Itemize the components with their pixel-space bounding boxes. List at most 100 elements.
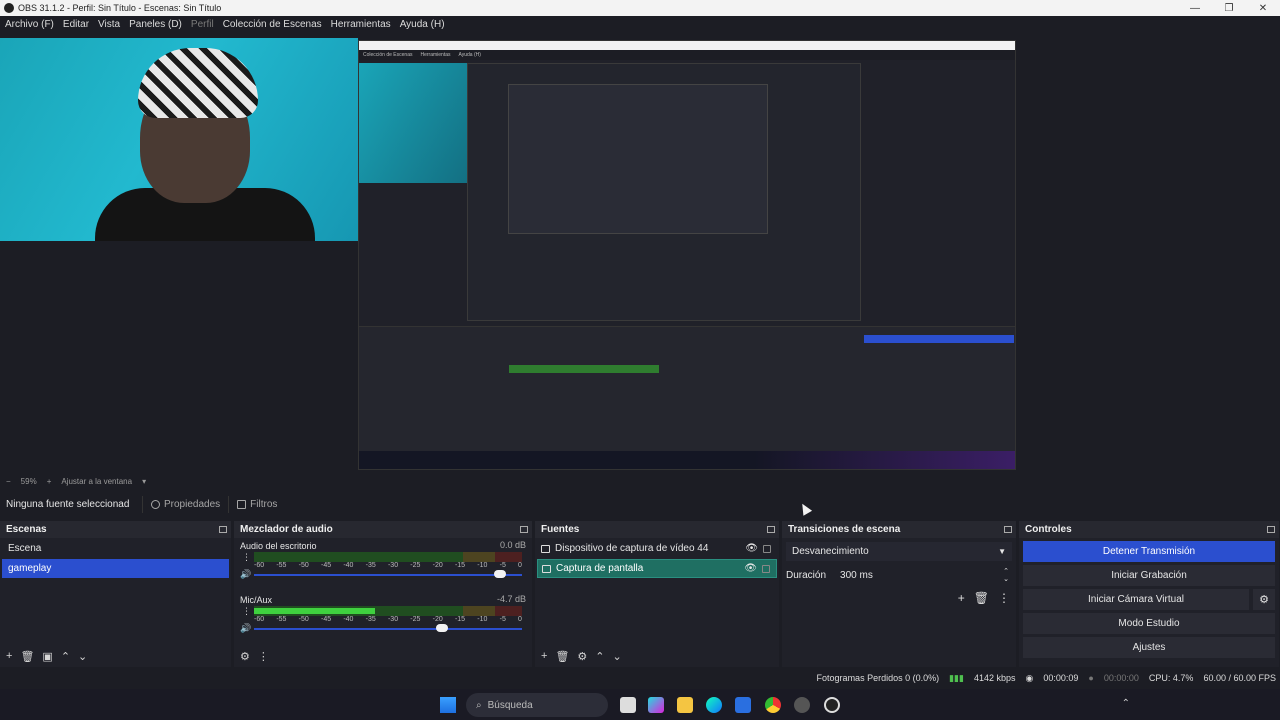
- webcam-source-image: [0, 38, 358, 241]
- gear-icon[interactable]: ⚙: [577, 650, 587, 663]
- window-controls: — ❐ ✕: [1178, 3, 1280, 14]
- gear-icon[interactable]: ⚙: [1253, 589, 1275, 610]
- stop-stream-button[interactable]: Detener Transmisión: [1023, 541, 1275, 562]
- volume-meter: [254, 552, 522, 562]
- monitor-icon: [542, 564, 551, 573]
- volume-slider[interactable]: [254, 574, 522, 576]
- zoom-in-button[interactable]: +: [47, 477, 52, 486]
- scenes-title: Escenas: [6, 524, 47, 535]
- volume-meter-fill: [254, 608, 375, 614]
- zoom-bar: − 59% + Ajustar a la ventana ▾: [0, 474, 1280, 488]
- store-icon[interactable]: [735, 697, 751, 713]
- scene-item-active[interactable]: gameplay: [2, 559, 229, 578]
- eye-icon[interactable]: 👁: [744, 563, 757, 574]
- lock-icon[interactable]: [762, 564, 770, 573]
- menu-profile[interactable]: Perfil: [191, 19, 214, 30]
- settings-button[interactable]: Ajustes: [1023, 637, 1275, 658]
- close-icon[interactable]: ✕: [1246, 3, 1280, 14]
- add-icon[interactable]: +: [541, 650, 547, 662]
- minimize-icon[interactable]: —: [1178, 3, 1212, 14]
- stream-time: 00:00:09: [1043, 673, 1079, 683]
- zoom-value: 59%: [20, 476, 37, 486]
- status-bar: Fotogramas Perdidos 0 (0.0%) ▮▮▮ 4142 kb…: [0, 669, 1280, 687]
- studio-mode-button[interactable]: Modo Estudio: [1023, 613, 1275, 634]
- source-item-active[interactable]: Captura de pantalla 👁: [537, 559, 777, 578]
- add-icon[interactable]: +: [958, 591, 965, 605]
- filter-icon[interactable]: ▣: [42, 650, 52, 663]
- taskbar-search[interactable]: ⌕ Búsqueda: [466, 693, 608, 717]
- maximize-icon[interactable]: ❐: [1212, 3, 1246, 14]
- zoom-fit-select[interactable]: Ajustar a la ventana: [61, 477, 132, 486]
- preview-canvas[interactable]: Colección de Escenas Herramientas Ayuda …: [0, 38, 1280, 471]
- menu-view[interactable]: Vista: [98, 19, 120, 30]
- system-tray-icon[interactable]: ⌃: [1122, 698, 1130, 709]
- volume-slider-knob[interactable]: [494, 570, 506, 578]
- trash-icon[interactable]: 🗑: [555, 650, 569, 663]
- channel-name: Audio del escritorio: [240, 541, 317, 551]
- dock-popout-icon[interactable]: [1267, 526, 1275, 533]
- sources-dock: Fuentes Dispositivo de captura de vídeo …: [535, 521, 779, 667]
- start-recording-button[interactable]: Iniciar Grabación: [1023, 565, 1275, 586]
- obs-logo-icon: [4, 3, 14, 13]
- menu-edit[interactable]: Editar: [63, 19, 89, 30]
- kebab-menu-icon[interactable]: ⋮: [998, 591, 1010, 605]
- menu-tools[interactable]: Herramientas: [331, 19, 391, 30]
- audio-mixer-dock: Mezclador de audio Audio del escritorio …: [234, 521, 532, 667]
- camera-icon: [541, 544, 550, 553]
- chevron-down-icon[interactable]: ▾: [142, 477, 146, 486]
- volume-slider[interactable]: [254, 628, 522, 630]
- windows-start-icon[interactable]: [440, 697, 456, 713]
- menu-file[interactable]: Archivo (F): [5, 19, 54, 30]
- file-explorer-icon[interactable]: [677, 697, 693, 713]
- move-down-icon[interactable]: ⌄: [613, 650, 622, 663]
- add-icon[interactable]: +: [6, 650, 12, 662]
- edge-icon[interactable]: [706, 697, 722, 713]
- record-icon: ●: [1088, 673, 1094, 683]
- kebab-menu-icon[interactable]: ⋮: [242, 606, 251, 617]
- eye-icon[interactable]: 👁: [745, 543, 758, 554]
- menu-scene-collection[interactable]: Colección de Escenas: [223, 19, 322, 30]
- volume-slider-knob[interactable]: [436, 624, 448, 632]
- signal-icon: ▮▮▮: [949, 672, 964, 683]
- move-up-icon[interactable]: ⌃: [61, 650, 70, 663]
- trash-icon[interactable]: 🗑: [20, 650, 34, 663]
- source-toolbar: Ninguna fuente seleccionad Propiedades F…: [0, 492, 1280, 516]
- dock-popout-icon[interactable]: [767, 526, 775, 533]
- chrome-icon[interactable]: [765, 697, 781, 713]
- start-virtual-camera-button[interactable]: Iniciar Cámara Virtual: [1023, 589, 1249, 610]
- copilot-icon[interactable]: [648, 697, 664, 713]
- mixer-title: Mezclador de audio: [240, 524, 333, 535]
- docks-row: Escenas Escena gameplay + 🗑 ▣ ⌃ ⌄ Mezcla…: [0, 521, 1280, 667]
- duration-stepper[interactable]: ⌃ ⌄: [1000, 568, 1012, 584]
- move-up-icon[interactable]: ⌃: [595, 650, 604, 663]
- trash-icon[interactable]: 🗑: [974, 591, 989, 605]
- kebab-menu-icon[interactable]: ⋮: [242, 552, 251, 563]
- properties-button[interactable]: Propiedades: [142, 495, 228, 513]
- channel-db: 0.0 dB: [499, 540, 526, 550]
- source-item[interactable]: Dispositivo de captura de vídeo 44 👁: [537, 539, 777, 558]
- zoom-out-button[interactable]: −: [6, 477, 11, 486]
- mixer-settings-icon[interactable]: ⚙: [240, 650, 250, 663]
- duration-input[interactable]: 300 ms: [840, 566, 1000, 585]
- move-down-icon[interactable]: ⌄: [78, 650, 87, 663]
- app-icon[interactable]: [824, 697, 840, 713]
- mixer-channel-mic: Mic/Aux -4.7 dB ⋮ -60 -55 -50 -45 -40 -35 -30-…: [240, 594, 526, 646]
- dock-popout-icon[interactable]: [520, 526, 528, 533]
- menu-help[interactable]: Ayuda (H): [400, 19, 445, 30]
- transition-select[interactable]: Desvanecimiento ▼: [786, 542, 1012, 561]
- channel-name: Mic/Aux: [240, 595, 273, 605]
- speaker-icon[interactable]: 🔊: [240, 569, 251, 580]
- speaker-icon[interactable]: 🔊: [240, 623, 251, 634]
- obs-taskbar-icon[interactable]: [794, 697, 810, 713]
- cpu-usage: CPU: 4.7%: [1148, 673, 1194, 683]
- lock-icon[interactable]: [763, 544, 771, 553]
- scene-item[interactable]: Escena: [2, 539, 229, 558]
- meter-ticks: -60 -55 -50 -45 -40 -35 -30 -25 -20 -15 -10 -5 0: [254, 562, 522, 569]
- menu-docks[interactable]: Paneles (D): [129, 19, 182, 30]
- bitrate: 4142 kbps: [973, 673, 1016, 683]
- kebab-menu-icon[interactable]: ⋮: [258, 650, 269, 663]
- dock-popout-icon[interactable]: [219, 526, 227, 533]
- filters-button[interactable]: Filtros: [228, 495, 285, 513]
- task-view-icon[interactable]: [620, 697, 636, 713]
- dock-popout-icon[interactable]: [1004, 526, 1012, 533]
